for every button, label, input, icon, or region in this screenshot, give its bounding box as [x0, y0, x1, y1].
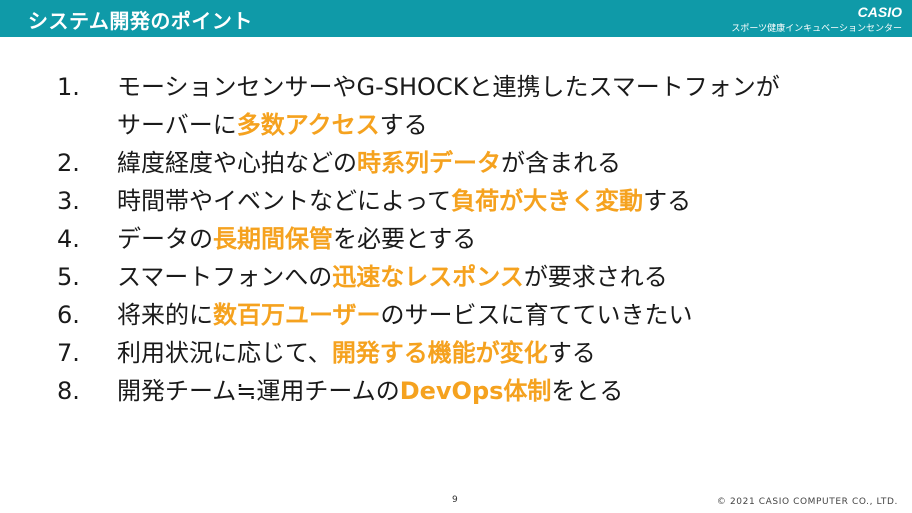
point-text: 利用状況に応じて、開発する機能が変化する: [117, 334, 596, 372]
point-phrase: する: [379, 111, 428, 139]
point-number: 5.: [57, 263, 80, 291]
point-item: 1. モーションセンサーやG-SHOCKと連携したスマートフォンが サーバーに多数ア…: [57, 68, 780, 144]
point-phrase: をとる: [551, 377, 624, 405]
point-phrase: を必要とする: [333, 225, 477, 253]
slide-title: システム開発のポイント: [28, 9, 253, 33]
highlighted-phrase: 数百万ユーザー: [213, 301, 381, 329]
point-item: 4. データの長期間保管を必要とする: [57, 220, 780, 258]
point-item: 2. 緯度経度や心拍などの時系列データが含まれる: [57, 144, 780, 182]
point-number: 1.: [57, 73, 80, 101]
casio-logo: CASIO: [857, 4, 902, 20]
points-list: 1. モーションセンサーやG-SHOCKと連携したスマートフォンが サーバーに多数ア…: [57, 68, 780, 410]
point-item: 7. 利用状況に応じて、開発する機能が変化する: [57, 334, 780, 372]
point-item: 6. 将来的に数百万ユーザーのサービスに育てていきたい: [57, 296, 780, 334]
point-item: 3. 時間帯やイベントなどによって負荷が大きく変動する: [57, 182, 780, 220]
point-number: 3.: [57, 187, 80, 215]
point-phrase: サーバーに: [117, 111, 237, 139]
point-phrase: 開発チーム≒運用チームの: [117, 377, 400, 405]
point-text: 将来的に数百万ユーザーのサービスに育てていきたい: [117, 296, 693, 334]
point-phrase: のサービスに育てていきたい: [380, 301, 693, 329]
point-phrase: が含まれる: [501, 149, 621, 177]
copyright: © 2021 CASIO COMPUTER CO., LTD.: [716, 497, 898, 507]
highlighted-phrase: 負荷が大きく変動: [451, 187, 644, 215]
highlighted-phrase: 迅速なレスポンス: [332, 263, 524, 291]
page-number: 9: [452, 495, 458, 505]
point-phrase: スマートフォンへの: [117, 263, 333, 291]
point-phrase: 緯度経度や心拍などの: [117, 149, 357, 177]
point-number: 8.: [57, 377, 80, 405]
point-text: 開発チーム≒運用チームのDevOps体制をとる: [117, 372, 623, 410]
highlighted-phrase: 時系列データ: [357, 149, 501, 177]
highlighted-phrase: 開発する機能が変化: [331, 339, 548, 367]
point-item: 5. スマートフォンへの迅速なレスポンスが要求される: [57, 258, 780, 296]
point-phrase: が要求される: [523, 263, 668, 291]
point-phrase: モーションセンサーやG-SHOCKと連携したスマートフォンが: [117, 73, 780, 101]
point-number: 4.: [57, 225, 80, 253]
point-number: 6.: [57, 301, 80, 329]
subbrand-label: スポーツ健康インキュベーションセンター: [731, 24, 902, 34]
point-number: 2.: [57, 149, 80, 177]
point-phrase: 将来的に: [117, 301, 213, 329]
point-number: 7.: [57, 339, 80, 367]
highlighted-phrase: 長期間保管: [213, 225, 333, 253]
highlighted-phrase: DevOps体制: [399, 377, 552, 405]
point-phrase: データの: [117, 225, 213, 253]
point-text: データの長期間保管を必要とする: [117, 220, 476, 258]
point-phrase: する: [547, 339, 596, 367]
highlighted-phrase: 多数アクセス: [236, 111, 380, 139]
header-bar: システム開発のポイント CASIO スポーツ健康インキュベーションセンター: [0, 0, 912, 37]
point-phrase: 時間帯やイベントなどによって: [117, 187, 452, 215]
point-phrase: する: [643, 187, 692, 215]
point-text: モーションセンサーやG-SHOCKと連携したスマートフォンが サーバーに多数アクセ…: [117, 68, 780, 144]
point-item: 8. 開発チーム≒運用チームのDevOps体制をとる: [57, 372, 780, 410]
point-text: 時間帯やイベントなどによって負荷が大きく変動する: [117, 182, 691, 220]
point-phrase: 利用状況に応じて、: [117, 339, 332, 367]
point-text: スマートフォンへの迅速なレスポンスが要求される: [117, 258, 668, 296]
point-text: 緯度経度や心拍などの時系列データが含まれる: [117, 144, 621, 182]
